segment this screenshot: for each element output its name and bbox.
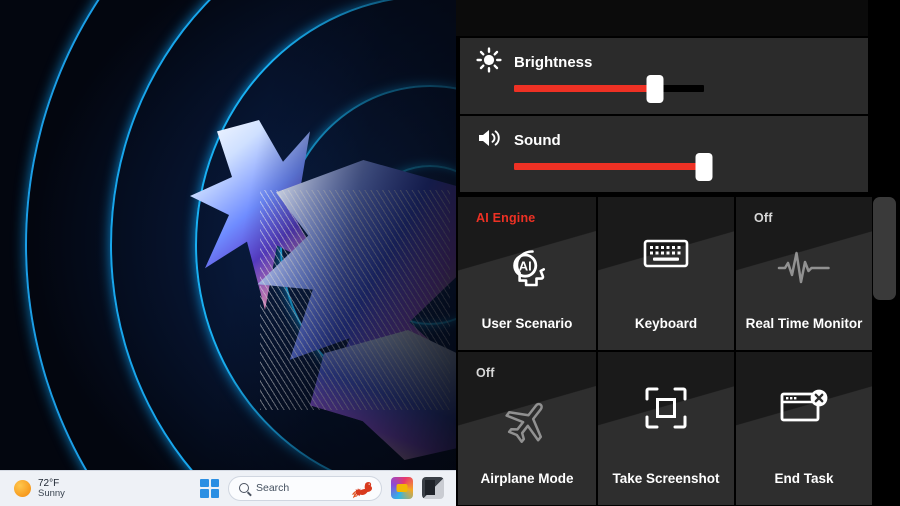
cardinal-bird-icon — [351, 481, 373, 498]
quick-action-grid: AI Engine AI User Scenario Keyboard Off … — [456, 195, 874, 505]
end-task-window-icon — [777, 380, 831, 436]
msi-quick-settings-panel: 68% AM 11:39 — [456, 0, 900, 506]
slider-section: Brightness Sound — [456, 38, 900, 192]
keyboard-icon — [640, 225, 692, 281]
brightness-slider-track[interactable] — [514, 74, 704, 103]
svg-text:AI: AI — [519, 259, 532, 274]
sound-slider-thumb[interactable] — [695, 152, 713, 181]
search-placeholder: Search — [256, 482, 290, 494]
start-button[interactable] — [200, 478, 219, 498]
weather-condition: Sunny — [38, 487, 65, 499]
sound-label: Sound — [514, 131, 561, 149]
panel-scrollbar-thumb[interactable] — [873, 197, 896, 300]
sound-slider-fill — [514, 163, 704, 170]
taskbar-app-colorful-icon[interactable] — [391, 477, 413, 499]
end-task-label: End Task — [774, 471, 834, 486]
search-input[interactable]: Search — [228, 475, 382, 501]
airplane-icon — [500, 394, 554, 450]
search-icon — [239, 483, 249, 493]
brightness-slider-card: Brightness — [460, 38, 900, 114]
user-scenario-label: User Scenario — [481, 316, 573, 331]
panel-statusbar: 68% AM 11:39 — [456, 0, 900, 36]
ai-head-icon: AI — [501, 239, 553, 295]
screenshot-frame-icon — [642, 380, 690, 436]
tile-keyboard[interactable]: Keyboard — [598, 197, 734, 350]
taskbar-app-dark-icon[interactable] — [422, 477, 444, 499]
weather-widget[interactable]: 72°F Sunny — [14, 478, 65, 500]
sun-icon — [14, 480, 31, 497]
waveform-icon — [775, 239, 833, 295]
sound-slider-card: Sound — [460, 116, 900, 192]
brightness-label: Brightness — [514, 53, 593, 71]
tile-take-screenshot[interactable]: Take Screenshot — [598, 352, 734, 505]
desktop[interactable]: 72°F Sunny Search — [0, 0, 456, 506]
airplane-mode-label: Airplane Mode — [480, 471, 574, 486]
tile-airplane-mode[interactable]: Off Airplane Mode — [458, 352, 596, 505]
real-time-monitor-state: Off — [754, 211, 773, 225]
real-time-monitor-label: Real Time Monitor — [745, 316, 863, 331]
panel-scrollbar-track[interactable] — [868, 0, 900, 506]
keyboard-label: Keyboard — [634, 316, 698, 331]
wallpaper-vignette — [0, 0, 456, 506]
taskbar-center-group: Search — [200, 470, 444, 506]
tile-end-task[interactable]: End Task — [736, 352, 872, 505]
tile-user-scenario[interactable]: AI Engine AI User Scenario — [458, 197, 596, 350]
sound-slider-track[interactable] — [514, 152, 713, 181]
taskbar: 72°F Sunny Search — [0, 470, 456, 506]
take-screenshot-label: Take Screenshot — [612, 471, 720, 486]
speaker-icon — [476, 126, 502, 155]
brightness-icon — [476, 46, 502, 78]
tile-real-time-monitor[interactable]: Off Real Time Monitor — [736, 197, 872, 350]
brightness-slider-thumb[interactable] — [646, 74, 664, 103]
brightness-slider-fill — [514, 85, 655, 92]
user-scenario-state: AI Engine — [476, 211, 536, 225]
airplane-mode-state: Off — [476, 366, 495, 380]
screen: 72°F Sunny Search Brightness Sound AI En… — [0, 0, 900, 506]
